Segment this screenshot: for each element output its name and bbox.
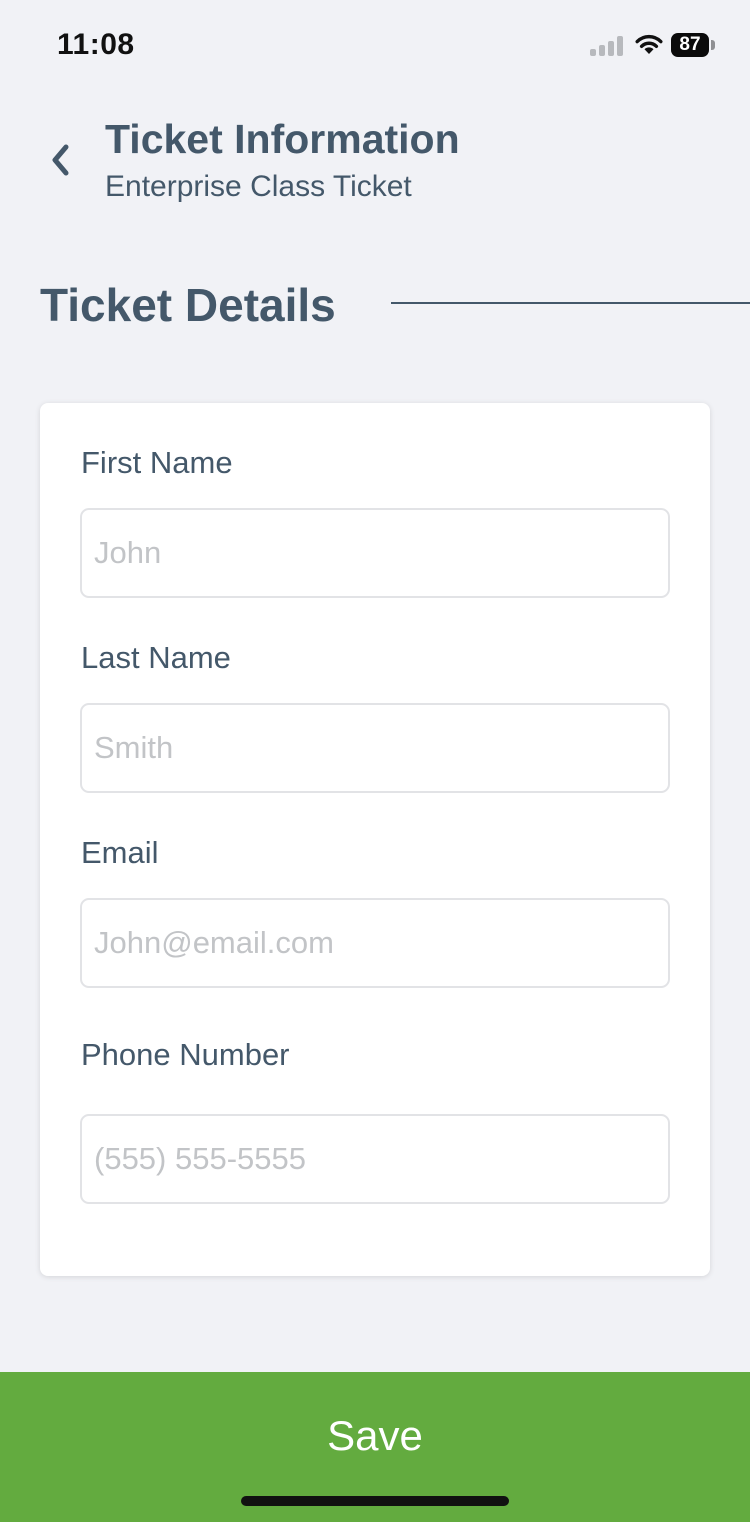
status-bar: 11:08 87	[0, 0, 750, 88]
last-name-input[interactable]	[80, 703, 670, 793]
status-time: 11:08	[57, 28, 135, 61]
page-subtitle: Enterprise Class Ticket	[105, 170, 412, 203]
section-divider	[391, 302, 750, 304]
wifi-icon	[635, 34, 663, 54]
last-name-label: Last Name	[81, 640, 231, 675]
first-name-input[interactable]	[80, 508, 670, 598]
battery-tip	[711, 40, 715, 50]
phone-number-label: Phone Number	[81, 1037, 290, 1072]
ticket-details-card: First Name Last Name Email Phone Number	[40, 403, 710, 1276]
chevron-left-icon	[52, 144, 69, 176]
email-input[interactable]	[80, 898, 670, 988]
save-button-label: Save	[327, 1412, 423, 1459]
phone-number-input[interactable]	[80, 1114, 670, 1204]
cellular-signal-icon	[590, 34, 626, 56]
battery-level: 87	[679, 34, 701, 55]
battery-icon: 87	[671, 33, 709, 57]
home-indicator	[241, 1496, 509, 1506]
page-title: Ticket Information	[105, 116, 460, 162]
email-label: Email	[81, 835, 159, 870]
back-button[interactable]	[38, 136, 82, 184]
section-title: Ticket Details	[40, 279, 336, 331]
first-name-label: First Name	[81, 445, 233, 480]
